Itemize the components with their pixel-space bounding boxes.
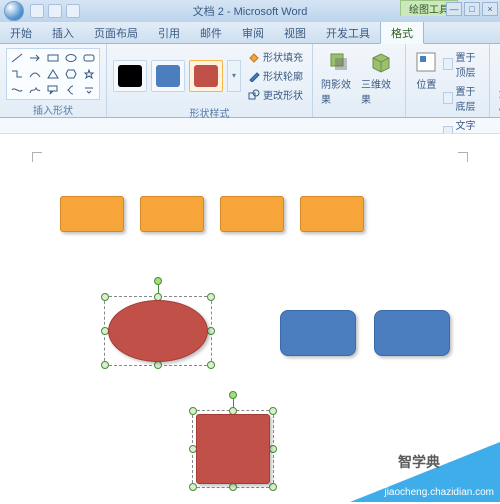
resize-handle[interactable] [207,361,215,369]
shape-brace-icon[interactable] [63,83,79,97]
group-label-size: 大小 [496,85,500,115]
tab-home[interactable]: 开始 [0,22,42,43]
shape-triangle-icon[interactable] [45,67,61,81]
orange-rectangle[interactable] [300,196,364,232]
tab-references[interactable]: 引用 [148,22,190,43]
shadow-icon [327,50,351,74]
style-swatch-2[interactable] [151,60,185,92]
red-ellipse[interactable] [108,300,208,362]
rotate-handle[interactable] [229,391,237,399]
position-button[interactable]: 位置 [412,48,441,148]
shape-arrow-icon[interactable] [27,51,43,65]
group-shape-styles: ▾ 形状填充 形状轮廓 更改形状 形状样式 [107,44,313,117]
three-d-effects-button[interactable]: 三维效果 [359,48,399,108]
group-label-insert-shapes: 插入形状 [6,102,100,117]
tab-mailings[interactable]: 邮件 [190,22,232,43]
undo-icon[interactable] [48,4,62,18]
group-size: 大小 [490,44,500,117]
save-icon[interactable] [30,4,44,18]
shapes-gallery[interactable] [6,48,100,100]
resize-handle[interactable] [269,407,277,415]
tab-page-layout[interactable]: 页面布局 [84,22,148,43]
resize-handle[interactable] [101,361,109,369]
change-shape-button[interactable]: 更改形状 [245,86,306,103]
shape-freeform-icon[interactable] [9,83,25,97]
maximize-button[interactable]: □ [464,2,480,16]
bucket-icon [248,51,260,63]
shape-outline-button[interactable]: 形状轮廓 [245,67,306,84]
office-button[interactable] [4,1,24,21]
red-square[interactable] [196,414,270,484]
rotate-handle[interactable] [154,277,162,285]
shape-elbow-icon[interactable] [9,67,25,81]
group-effects: 阴影效果 三维效果 [313,44,406,117]
title-bar: 文档 2 - Microsoft Word 绘图工具 — □ × [0,0,500,22]
resize-handle[interactable] [189,407,197,415]
tab-insert[interactable]: 插入 [42,22,84,43]
shape-fill-button[interactable]: 形状填充 [245,48,306,65]
redo-icon[interactable] [66,4,80,18]
watermark: 智学典 jiaocheng.chazidian.com [330,432,500,502]
gallery-more-icon[interactable] [81,83,97,97]
resize-handle[interactable] [154,361,162,369]
tab-view[interactable]: 视图 [274,22,316,43]
orange-rectangle[interactable] [220,196,284,232]
blue-rounded-rectangle[interactable] [374,310,450,356]
watermark-text: 智学典 [398,452,440,472]
shape-style-gallery[interactable]: ▾ [113,60,241,92]
tab-format[interactable]: 格式 [380,21,424,44]
orange-rectangle[interactable] [60,196,124,232]
close-button[interactable]: × [482,2,498,16]
resize-handle[interactable] [189,483,197,491]
ribbon-tabs: 开始 插入 页面布局 引用 邮件 审阅 视图 开发工具 格式 [0,22,500,44]
cube-icon [367,50,391,74]
send-to-back-button[interactable]: 置于底层 [441,82,483,114]
pen-icon [248,70,260,82]
shape-scribble-icon[interactable] [27,83,43,97]
watermark-url: jiaocheng.chazidian.com [384,487,494,498]
bring-front-icon [443,58,453,70]
page-corner-crop [458,152,468,162]
minimize-button[interactable]: — [446,2,462,16]
group-insert-shapes: 插入形状 [0,44,107,117]
resize-handle[interactable] [207,293,215,301]
document-canvas[interactable]: 智学典 jiaocheng.chazidian.com [0,134,500,502]
resize-handle[interactable] [229,483,237,491]
style-swatch-1[interactable] [113,60,147,92]
tab-review[interactable]: 审阅 [232,22,274,43]
send-back-icon [443,92,453,104]
shape-line-icon[interactable] [9,51,25,65]
resize-handle[interactable] [207,327,215,335]
shape-hexagon-icon[interactable] [63,67,79,81]
group-label-effects [319,110,399,121]
page-corner-crop [32,152,42,162]
ribbon: 插入形状 ▾ 形状填充 形状轮廓 更改形状 形状样式 阴影效果 [0,44,500,118]
position-icon [414,50,438,74]
shape-star-icon[interactable] [81,67,97,81]
shadow-effects-button[interactable]: 阴影效果 [319,48,359,108]
group-label-shape-styles: 形状样式 [113,105,306,120]
resize-handle[interactable] [101,293,109,301]
bring-to-front-button[interactable]: 置于顶层 [441,48,483,80]
style-swatch-3[interactable] [189,60,223,92]
blue-rounded-rectangle[interactable] [280,310,356,356]
tab-developer[interactable]: 开发工具 [316,22,380,43]
resize-handle[interactable] [269,483,277,491]
shape-rect-icon[interactable] [45,51,61,65]
shape-curve-icon[interactable] [27,67,43,81]
change-shape-icon [248,89,260,101]
orange-rectangle[interactable] [140,196,204,232]
group-arrange: 位置 置于顶层 置于底层 文字环绕 排列 [406,44,490,117]
shape-roundrect-icon[interactable] [81,51,97,65]
resize-handle[interactable] [269,445,277,453]
window-title: 文档 2 - Microsoft Word [193,3,308,19]
style-gallery-more[interactable]: ▾ [227,60,241,92]
shape-ellipse-icon[interactable] [63,51,79,65]
shape-callout-icon[interactable] [45,83,61,97]
